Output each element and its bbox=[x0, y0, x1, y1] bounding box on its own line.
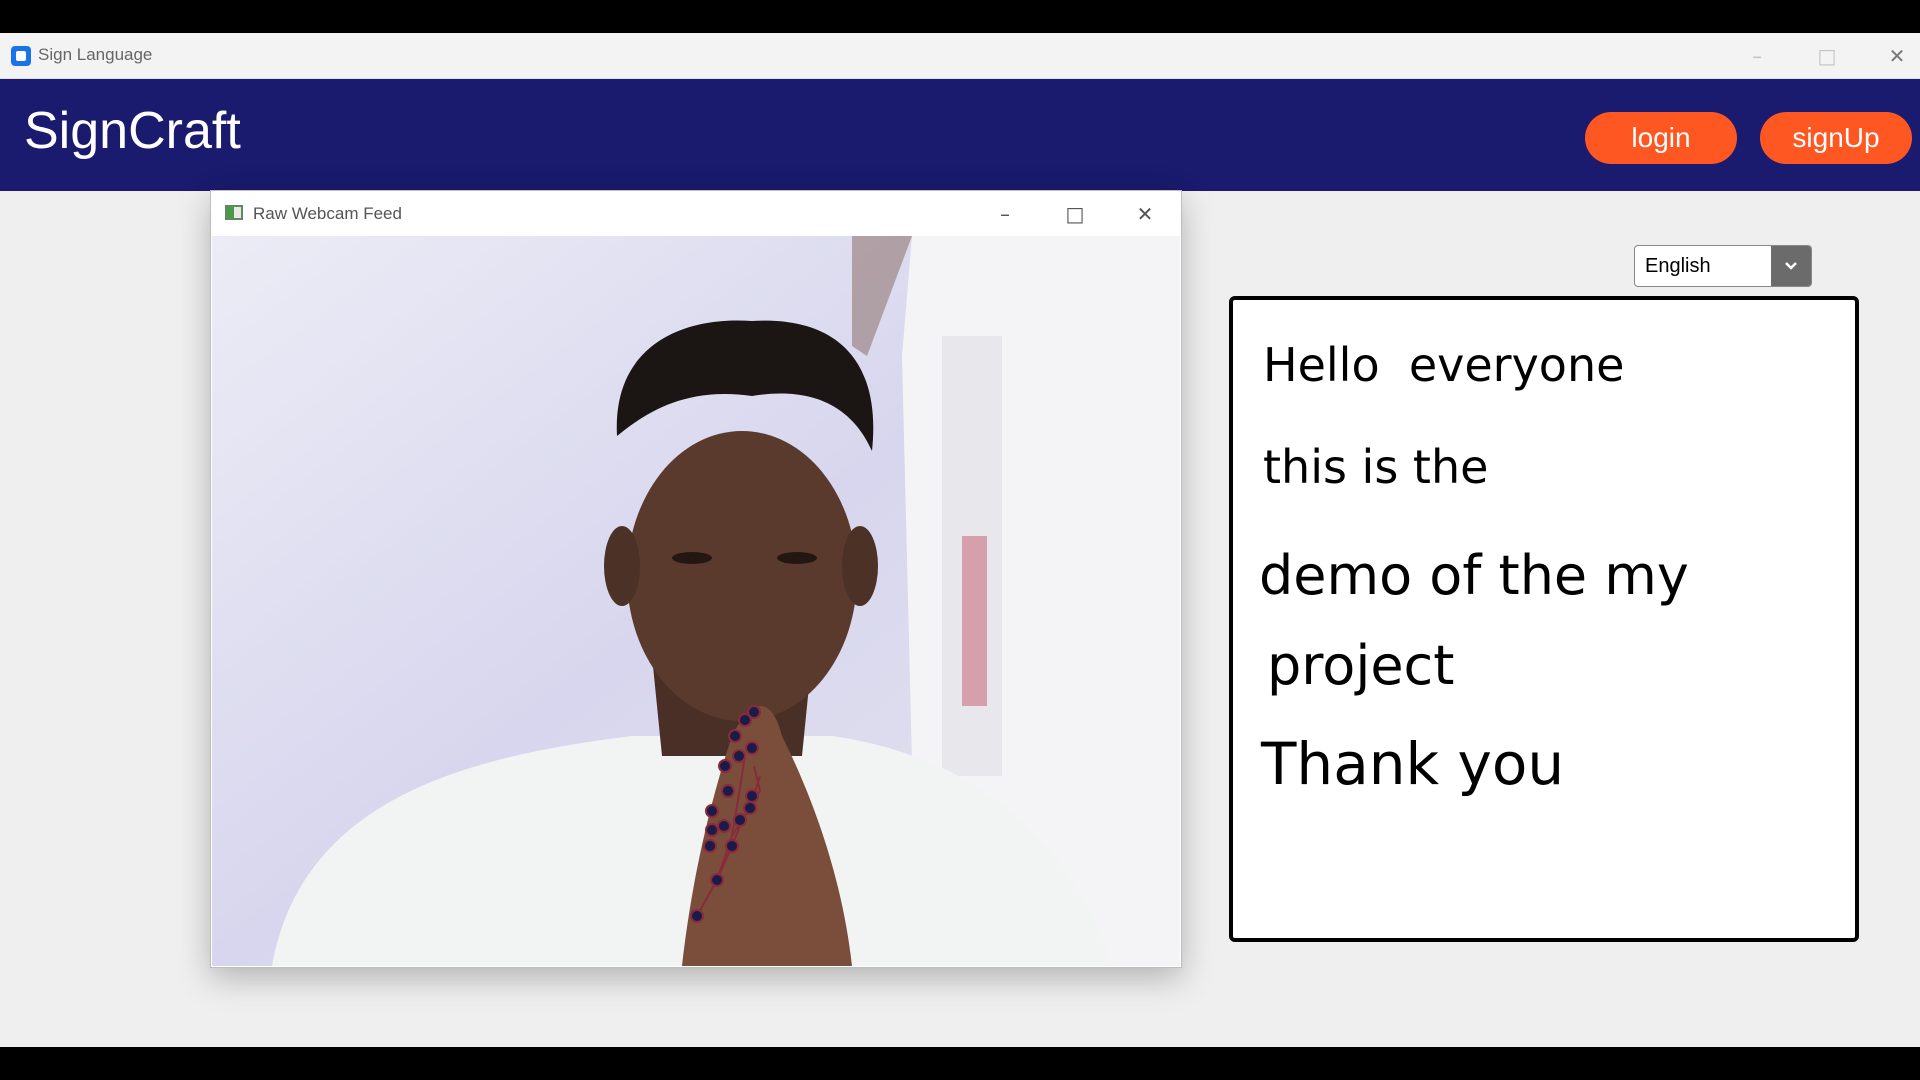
webcam-window-title: Raw Webcam Feed bbox=[253, 204, 402, 223]
webcam-minimize-button[interactable]: – bbox=[975, 191, 1035, 236]
maximize-button[interactable]: □ bbox=[1795, 33, 1859, 78]
output-line: Thank you bbox=[1261, 730, 1565, 798]
signup-button[interactable]: signUp bbox=[1760, 112, 1912, 164]
language-select-value: English bbox=[1645, 255, 1711, 277]
webcam-window[interactable]: Raw Webcam Feed – □ ✕ bbox=[210, 190, 1182, 968]
minimize-button[interactable]: – bbox=[1725, 33, 1789, 78]
webcam-feed-image bbox=[212, 236, 1180, 966]
webcam-feed bbox=[212, 236, 1180, 966]
close-button[interactable]: ✕ bbox=[1865, 33, 1920, 78]
login-button[interactable]: login bbox=[1585, 112, 1737, 164]
bottom-letterbox bbox=[0, 1047, 1920, 1080]
minimize-icon: – bbox=[1000, 201, 1010, 226]
webcam-close-button[interactable]: ✕ bbox=[1115, 191, 1175, 236]
chevron-down-icon[interactable] bbox=[1771, 246, 1811, 286]
minimize-icon: – bbox=[1752, 43, 1762, 68]
header-bar: SignCraft login signUp bbox=[0, 79, 1920, 191]
app-icon bbox=[11, 46, 31, 66]
maximize-icon: □ bbox=[1065, 201, 1085, 226]
output-line: Hello everyone bbox=[1263, 338, 1625, 392]
language-select[interactable]: English bbox=[1634, 245, 1812, 287]
translation-output-panel: Hello everyone this is the demo of the m… bbox=[1229, 296, 1859, 942]
webcam-window-icon bbox=[225, 205, 243, 220]
output-line: demo of the my bbox=[1259, 544, 1689, 607]
window-title: Sign Language bbox=[38, 45, 153, 64]
close-icon: ✕ bbox=[1888, 43, 1906, 68]
output-line: project bbox=[1267, 634, 1455, 697]
webcam-maximize-button[interactable]: □ bbox=[1045, 191, 1105, 236]
app-titlebar: Sign Language – □ ✕ bbox=[0, 33, 1920, 79]
brand-title: SignCraft bbox=[24, 102, 241, 160]
output-line: this is the bbox=[1263, 440, 1489, 494]
close-icon: ✕ bbox=[1136, 201, 1154, 226]
webcam-titlebar[interactable]: Raw Webcam Feed – □ ✕ bbox=[211, 191, 1181, 236]
maximize-icon: □ bbox=[1817, 43, 1837, 68]
